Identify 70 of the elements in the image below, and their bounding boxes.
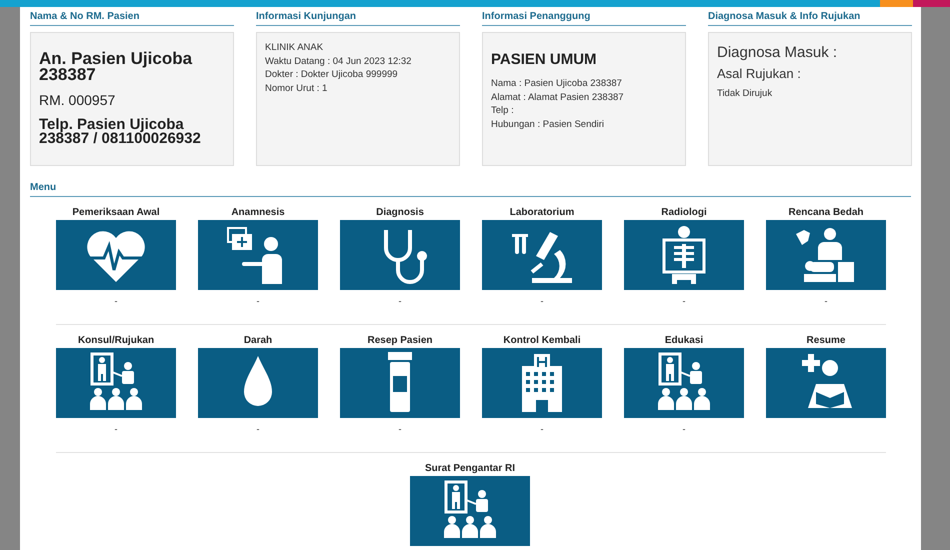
teaching-icon bbox=[444, 480, 496, 538]
menu-note: - bbox=[114, 296, 118, 308]
pill-bottle-icon bbox=[388, 352, 412, 412]
hospital-icon bbox=[522, 354, 562, 412]
microscope-icon bbox=[512, 232, 572, 283]
drop-icon bbox=[244, 356, 272, 406]
payer-type: PASIEN UMUM bbox=[491, 51, 598, 68]
panel-title: Diagnosa Masuk & Info Rujukan bbox=[708, 11, 912, 26]
menu-label: Edukasi bbox=[664, 335, 704, 346]
info-text: Telp : bbox=[491, 104, 515, 118]
info-text: Hubungan : Pasien Sendiri bbox=[491, 118, 606, 131]
surgeon-icon bbox=[796, 228, 854, 282]
menu-label: Laboratorium bbox=[510, 207, 574, 218]
patient-phone: Telp. Pasien Ujicoba 238387 / 081100026932 bbox=[39, 118, 202, 146]
menu-tile[interactable] bbox=[56, 348, 176, 418]
teaching-icon bbox=[658, 352, 710, 410]
info-text: Nomor Urut : 1 bbox=[265, 82, 328, 95]
referral-label: Asal Rujukan : bbox=[717, 66, 802, 81]
info-text: Waktu Datang : 04 Jun 2023 12:32 bbox=[265, 54, 412, 68]
menu-tile[interactable] bbox=[624, 348, 744, 418]
folder-person-icon bbox=[227, 227, 282, 284]
menu-label: Radiologi bbox=[661, 207, 707, 218]
menu-label: Kontrol Kembali bbox=[503, 335, 581, 346]
menu-label: Darah bbox=[244, 335, 272, 346]
menu-tile[interactable] bbox=[340, 348, 460, 418]
menu-note: - bbox=[114, 424, 118, 436]
menu-tile[interactable] bbox=[624, 220, 744, 290]
panel-title: Informasi Kunjungan bbox=[256, 11, 460, 26]
menu-label: Pemeriksaan Awal bbox=[72, 207, 160, 218]
menu-tile[interactable] bbox=[198, 220, 318, 290]
menu-label: Anamnesis bbox=[231, 207, 285, 218]
panel-title: Nama & No RM. Pasien bbox=[30, 11, 234, 26]
menu-label: Resume bbox=[806, 335, 846, 346]
reader-icon bbox=[802, 354, 852, 408]
info-text: Nama : Pasien Ujicoba 238387 bbox=[491, 77, 623, 90]
info-text: Dokter : Dokter Ujicoba 999999 bbox=[265, 68, 399, 82]
menu-note: - bbox=[256, 296, 260, 308]
menu-note: - bbox=[398, 424, 402, 436]
menu-tile[interactable] bbox=[56, 220, 176, 290]
stethoscope-icon bbox=[384, 228, 427, 284]
menu-tile[interactable] bbox=[482, 220, 602, 290]
menu-title: Menu bbox=[30, 182, 911, 197]
record-number: RM. 000957 bbox=[39, 92, 116, 108]
menu-tile[interactable] bbox=[410, 476, 530, 546]
menu-label: Diagnosis bbox=[376, 207, 424, 218]
menu-tile[interactable] bbox=[766, 348, 886, 418]
menu-note: - bbox=[256, 424, 260, 436]
diagnosis-label: Diagnosa Masuk : bbox=[717, 44, 838, 61]
info-text: Alamat : Alamat Pasien 238387 bbox=[491, 90, 625, 104]
info-text: Tidak Dirujuk bbox=[717, 87, 774, 100]
menu-label: Surat Pengantar RI bbox=[424, 463, 516, 474]
menu-tile[interactable] bbox=[198, 348, 318, 418]
menu-note: - bbox=[398, 296, 402, 308]
menu-label: Konsul/Rujukan bbox=[78, 335, 154, 346]
menu-note: - bbox=[540, 296, 544, 308]
teaching-icon bbox=[90, 352, 142, 410]
menu-tile[interactable] bbox=[482, 348, 602, 418]
heart-pulse-icon bbox=[87, 231, 145, 282]
menu-note: - bbox=[824, 296, 828, 308]
patient-name: An. Pasien Ujicoba 238387 bbox=[39, 51, 194, 83]
panel-title: Informasi Penanggung bbox=[482, 11, 686, 26]
xray-icon bbox=[662, 226, 706, 284]
menu-note: - bbox=[682, 424, 686, 436]
menu-label: Resep Pasien bbox=[367, 335, 433, 346]
menu-note: - bbox=[682, 296, 686, 308]
info-text: KLINIK ANAK bbox=[265, 41, 324, 54]
menu-label: Rencana Bedah bbox=[788, 207, 864, 218]
menu-tile[interactable] bbox=[766, 220, 886, 290]
menu-tile[interactable] bbox=[340, 220, 460, 290]
menu-note: - bbox=[540, 424, 544, 436]
